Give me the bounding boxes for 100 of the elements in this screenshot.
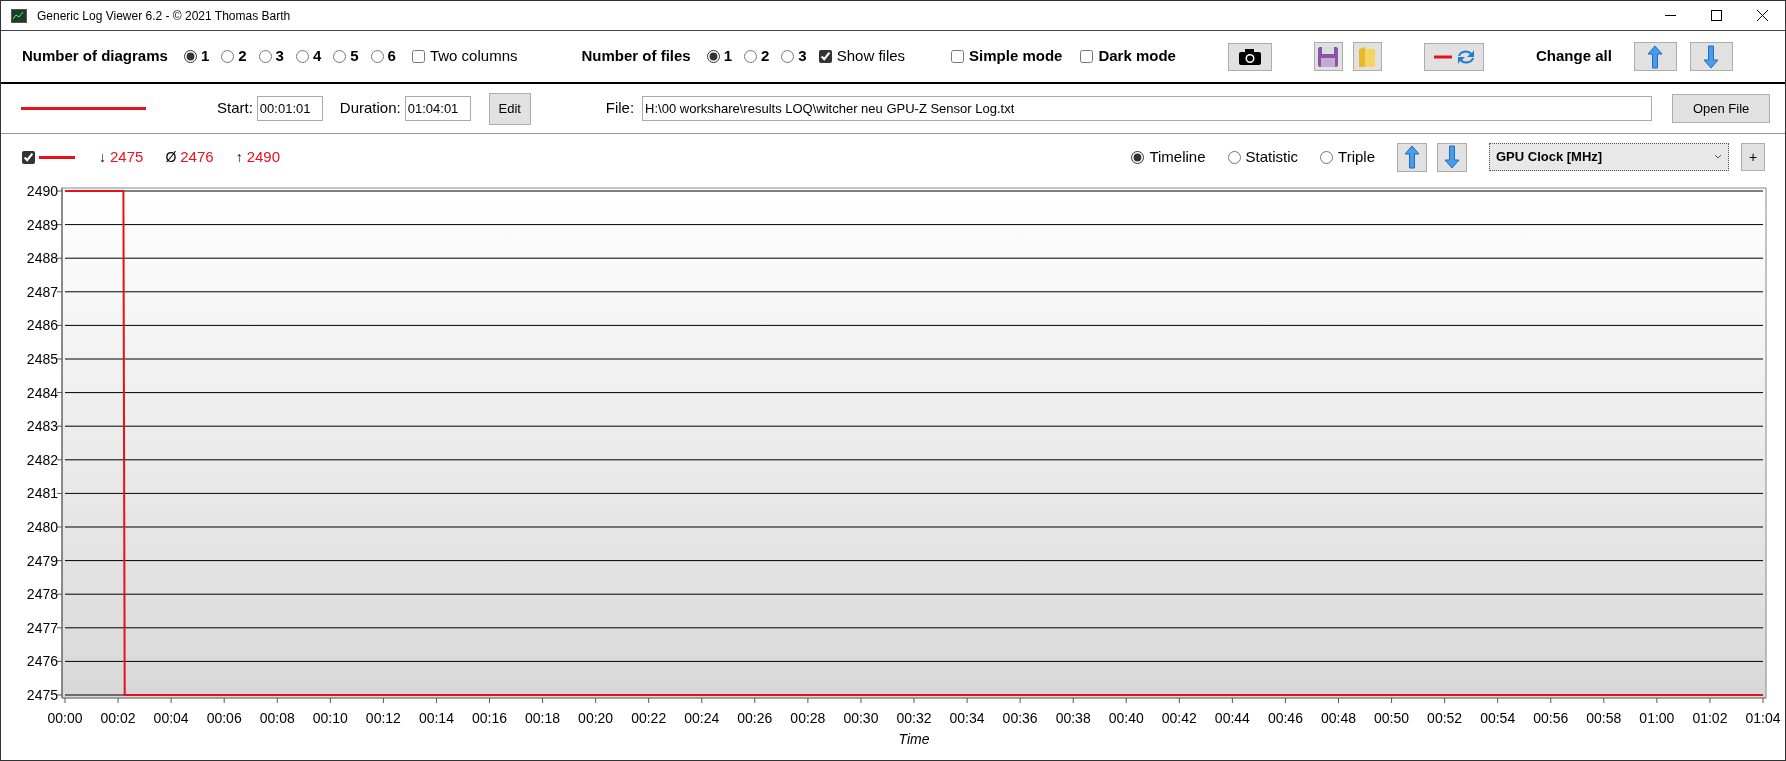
channel-dropdown-value: GPU Clock [MHz]: [1496, 148, 1603, 167]
y-tick-label: 2483: [26, 418, 58, 435]
view-option-label: Statistic: [1245, 146, 1299, 167]
change-all-label: Change all: [1535, 46, 1612, 67]
up-arrow-icon: [1403, 145, 1421, 169]
y-tick-label: 2478: [26, 586, 58, 603]
x-tick-label: 00:26: [737, 710, 773, 726]
y-tick-label: 2484: [26, 384, 58, 401]
radio-button[interactable]: [333, 50, 347, 63]
option-label: 4: [312, 46, 322, 67]
move-up-button[interactable]: [1633, 42, 1677, 71]
edit-button[interactable]: Edit: [488, 92, 531, 125]
line-color-sample: [39, 155, 75, 159]
group-label: Number of files: [581, 46, 691, 67]
y-tick-label: 2482: [26, 451, 58, 468]
x-tick-label: 00:46: [1267, 710, 1303, 726]
x-tick-label: 00:24: [684, 710, 720, 726]
option-label: 5: [350, 46, 359, 67]
add-button[interactable]: +: [1741, 143, 1765, 171]
y-tick-label: 2487: [26, 283, 58, 300]
y-tick-label: 2490: [26, 183, 58, 199]
checkbox[interactable]: [1080, 50, 1094, 63]
caret-icon: [1714, 154, 1722, 160]
view-option-label: Timeline: [1149, 146, 1206, 167]
x-tick-label: 00:00: [47, 710, 83, 726]
x-tick-label: 01:02: [1692, 710, 1728, 726]
checkbox-label: Show files: [836, 46, 906, 67]
x-tick-label: 00:36: [1002, 710, 1038, 726]
x-tick-label: 00:30: [843, 710, 879, 726]
checkbox[interactable]: [22, 150, 35, 164]
duration-field[interactable]: 01:04:01: [404, 96, 471, 121]
y-tick-label: 2488: [26, 250, 58, 267]
x-tick-label: 00:44: [1214, 710, 1250, 726]
radio-button[interactable]: [183, 50, 197, 63]
x-tick-label: 00:42: [1161, 710, 1197, 726]
option-label: 1: [200, 46, 210, 67]
maximize-icon: [1710, 10, 1722, 21]
radio-button[interactable]: [781, 50, 795, 63]
y-tick-label: 2480: [26, 519, 58, 535]
y-tick-label: 2476: [26, 653, 58, 670]
x-tick-label: 01:00: [1639, 710, 1675, 726]
radio-button[interactable]: [221, 50, 235, 63]
file-path-field[interactable]: H:\00 workshare\results LOQ\witcher neu GPU-Z Sensor Log.txt: [642, 96, 1653, 121]
x-tick-label: 00:22: [631, 710, 667, 726]
option-label: 3: [275, 46, 284, 67]
radio-button[interactable]: [706, 50, 720, 63]
max-icon: ↑: [235, 146, 243, 168]
move-down-button[interactable]: [1437, 142, 1467, 172]
start-label: Start:: [217, 98, 253, 119]
move-down-button[interactable]: [1689, 42, 1733, 71]
checkbox[interactable]: [818, 50, 832, 63]
screenshot-button[interactable]: [1227, 42, 1272, 71]
option-label: 2: [238, 46, 247, 67]
radio-button[interactable]: [1320, 150, 1334, 164]
channel-dropdown[interactable]: GPU Clock [MHz]: [1489, 143, 1729, 171]
move-up-button[interactable]: [1397, 142, 1427, 172]
max-value: 2490: [246, 146, 280, 167]
x-tick-label: 00:06: [206, 710, 242, 726]
average-icon: Ø: [165, 146, 177, 168]
save-button[interactable]: [1313, 42, 1343, 71]
view-option-label: Triple: [1338, 146, 1375, 167]
window-title: Generic Log Viewer 6.2 - © 2021 Thomas Barth: [37, 7, 291, 25]
x-tick-label: 00:28: [790, 710, 826, 726]
radio-button[interactable]: [370, 50, 384, 63]
x-tick-label: 00:12: [365, 710, 401, 726]
option-label: 6: [387, 46, 396, 67]
folder-icon: [1357, 45, 1378, 68]
y-tick-label: 2485: [26, 351, 58, 367]
x-tick-label: 00:14: [418, 710, 454, 726]
start-field[interactable]: 00:01:01: [256, 96, 323, 121]
y-tick-label: 2481: [26, 485, 58, 502]
file-label: File:: [605, 98, 635, 119]
radio-button[interactable]: [258, 50, 272, 63]
group-label: Number of diagrams: [22, 46, 168, 67]
close-icon: [1756, 10, 1768, 21]
checkbox[interactable]: [951, 50, 965, 63]
y-tick-label: 2489: [26, 216, 58, 233]
x-tick-label: 00:40: [1108, 710, 1144, 726]
x-tick-label: 00:08: [259, 710, 295, 726]
swap-color-button[interactable]: [1423, 42, 1484, 71]
up-arrow-icon: [1646, 44, 1665, 69]
radio-button[interactable]: [1227, 150, 1241, 164]
y-tick-label: 2486: [26, 317, 58, 334]
radio-button[interactable]: [295, 50, 309, 63]
x-tick-label: 00:16: [472, 710, 507, 726]
checkbox-label: Simple mode: [969, 46, 1063, 67]
x-tick-label: 00:32: [896, 710, 932, 726]
x-tick-label: 00:18: [525, 710, 561, 726]
x-tick-label: 00:04: [153, 710, 189, 726]
x-axis-title: Time: [898, 731, 930, 747]
x-tick-label: 00:54: [1480, 710, 1516, 726]
open-file-button[interactable]: Open File: [1672, 94, 1771, 123]
min-value: 2475: [110, 146, 144, 167]
x-tick-label: 00:50: [1374, 710, 1410, 726]
radio-button[interactable]: [744, 50, 757, 63]
option-label: 3: [798, 46, 807, 67]
min-icon: ↓: [99, 146, 106, 168]
radio-button[interactable]: [1131, 150, 1145, 164]
checkbox-label: Two columns: [429, 46, 518, 67]
checkbox[interactable]: [411, 50, 425, 63]
